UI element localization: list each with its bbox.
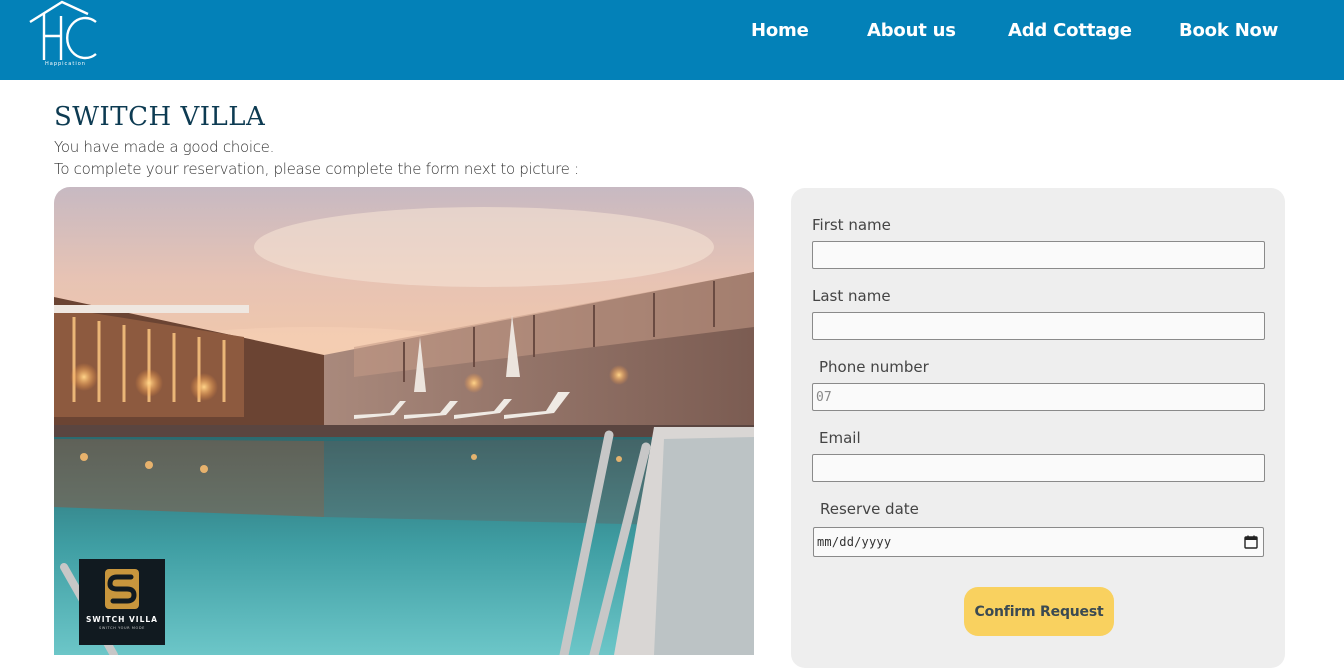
logo-tagline: Happication [45, 61, 86, 67]
reserve-date-placeholder: mm/dd/yyyy [817, 535, 892, 549]
email-input[interactable] [812, 454, 1265, 482]
calendar-icon[interactable] [1244, 535, 1258, 549]
first-name-input[interactable] [812, 241, 1265, 269]
phone-number-label: Phone number [819, 358, 929, 376]
confirm-request-button[interactable]: Confirm Request [964, 587, 1114, 636]
intro-line-2: To complete your reservation, please com… [54, 160, 579, 178]
reserve-date-input[interactable]: mm/dd/yyyy [813, 527, 1264, 557]
page-title: SWITCH VILLA [54, 102, 266, 132]
phone-number-input[interactable] [812, 383, 1265, 411]
villa-photo: SWITCH VILLA SWITCH YOUR MODE [54, 187, 754, 655]
switch-villa-logo-text: SWITCH VILLA [86, 615, 158, 624]
site-header: Happication Home About us Add Cottage Bo… [0, 0, 1344, 80]
intro-line-1: You have made a good choice. [54, 138, 275, 156]
last-name-input[interactable] [812, 312, 1265, 340]
nav-home[interactable]: Home [751, 20, 809, 41]
email-label: Email [819, 429, 861, 447]
switch-s-logo-icon [105, 569, 139, 609]
nav-add-cottage[interactable]: Add Cottage [1008, 20, 1132, 41]
switch-villa-logo-subtext: SWITCH YOUR MODE [99, 626, 145, 630]
first-name-label: First name [812, 216, 891, 234]
nav-book-now[interactable]: Book Now [1179, 20, 1278, 41]
switch-villa-logo: SWITCH VILLA SWITCH YOUR MODE [79, 559, 165, 645]
last-name-label: Last name [812, 287, 891, 305]
nav-about-us[interactable]: About us [867, 20, 956, 41]
reserve-date-label: Reserve date [820, 500, 919, 518]
